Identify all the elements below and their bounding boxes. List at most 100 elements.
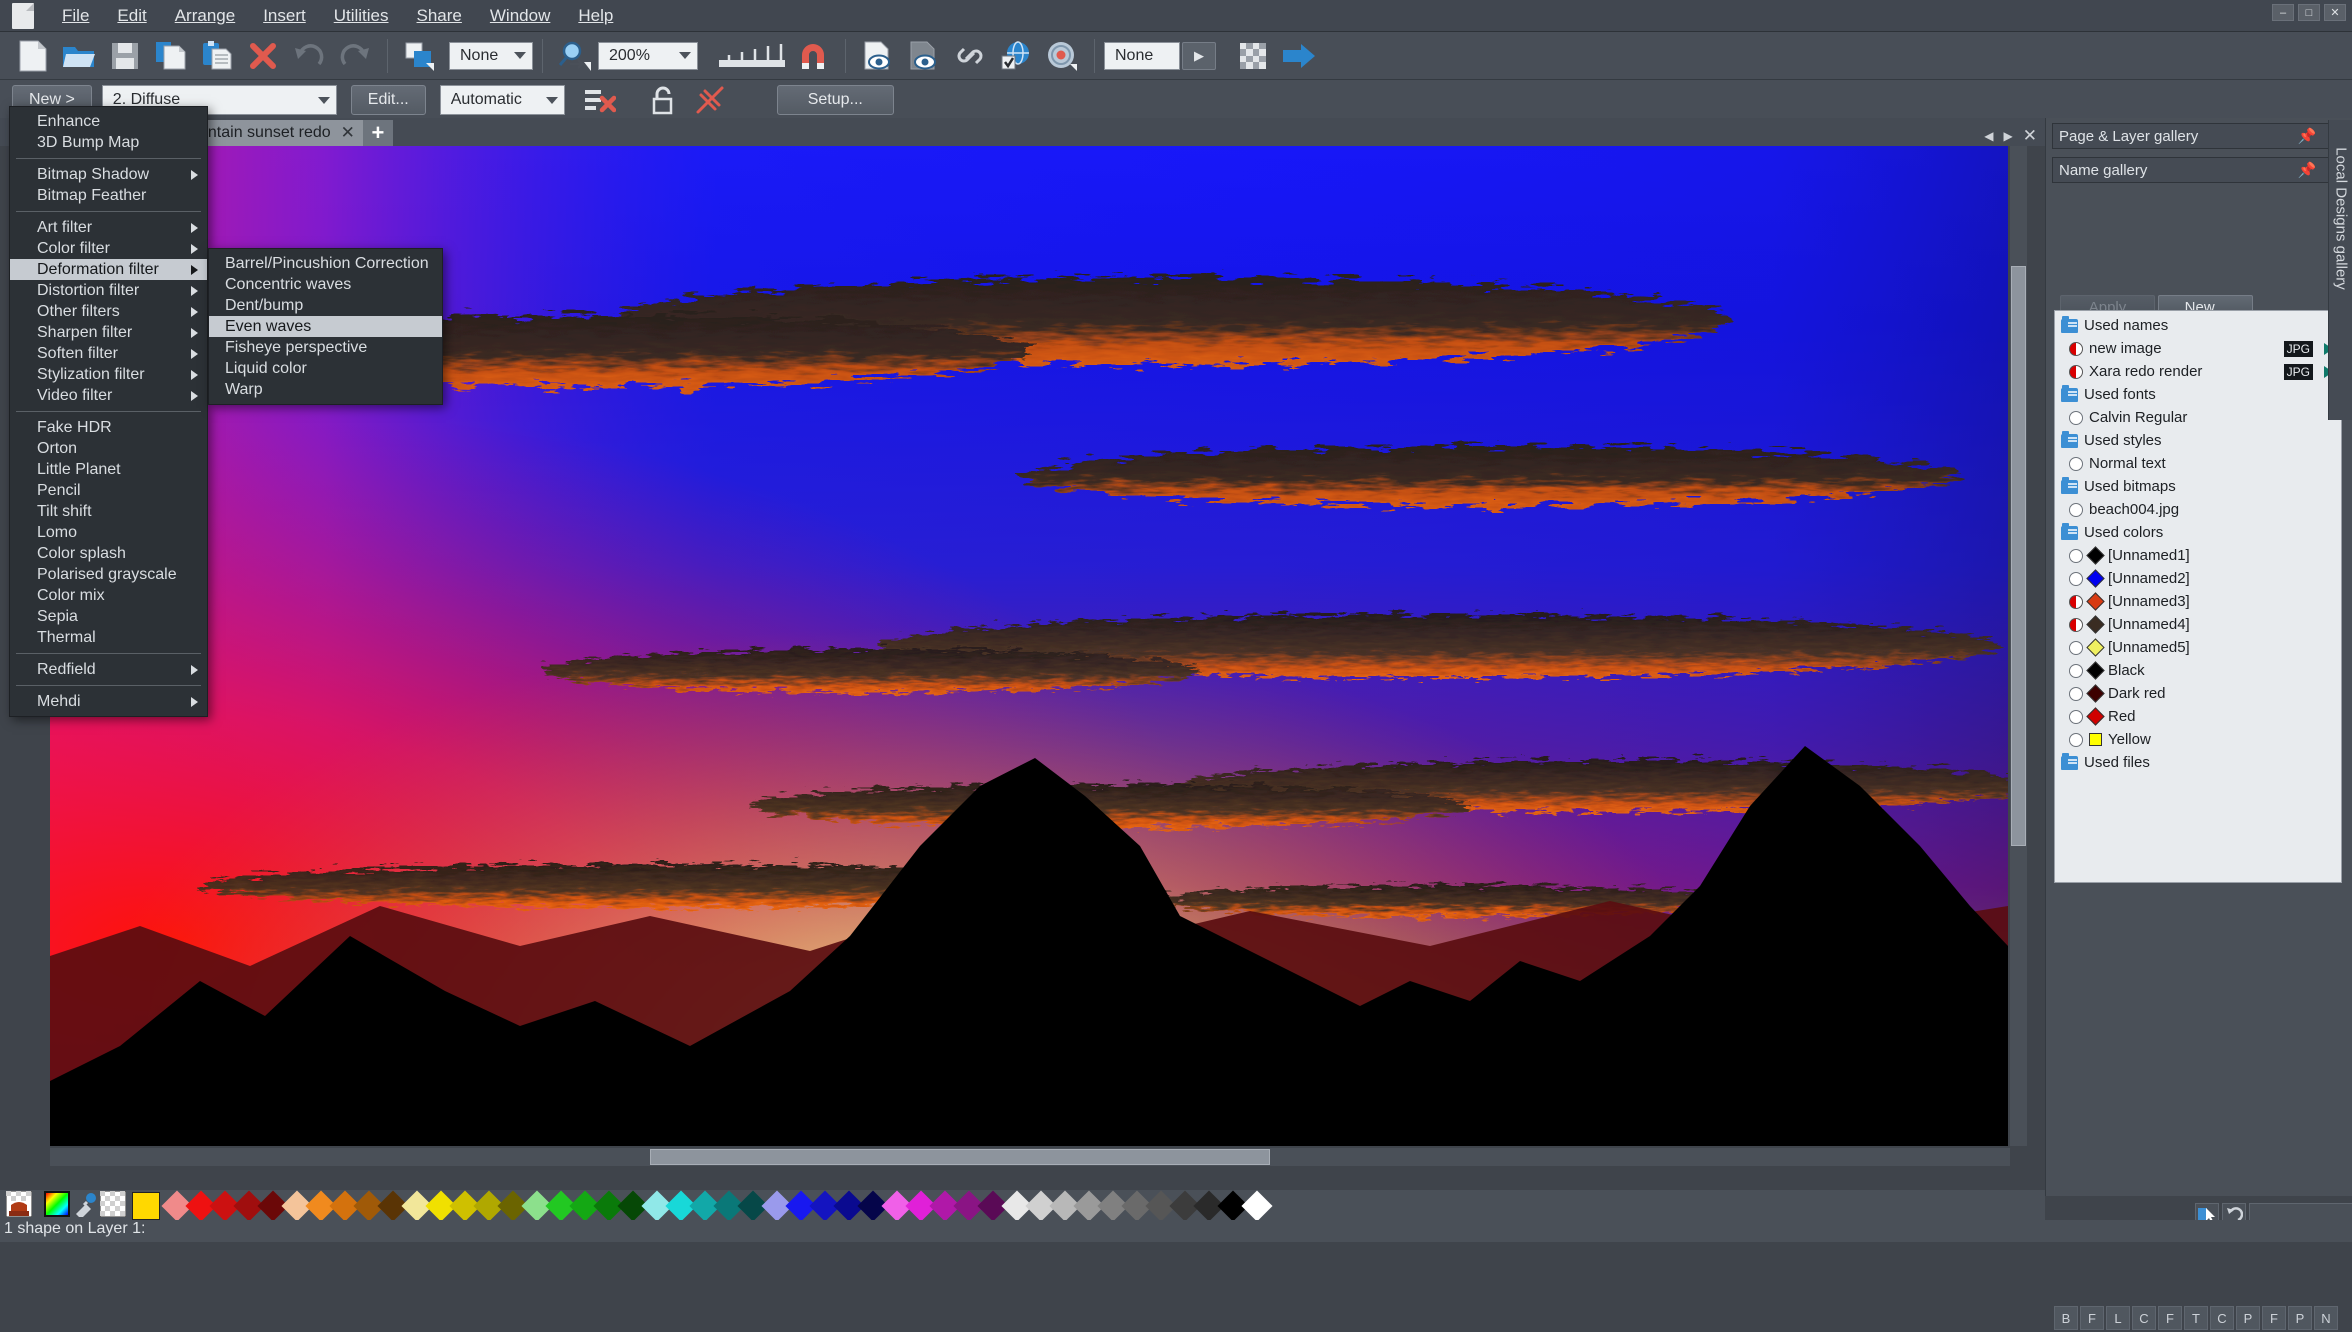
vertical-scroll-thumb[interactable] (2011, 266, 2026, 846)
tab-nav-left-icon[interactable]: ◀ (1984, 129, 1993, 143)
bullet-icon[interactable] (2069, 571, 2083, 586)
preview-all-icon[interactable] (904, 36, 944, 76)
name-gallery-row[interactable]: Red (2055, 705, 2341, 728)
menu-item-orton[interactable]: Orton (10, 438, 207, 459)
no-color-icon[interactable] (5, 1190, 33, 1222)
document-tab[interactable]: untain sunset redo ✕ (185, 120, 363, 146)
menu-item-thermal[interactable]: Thermal (10, 627, 207, 648)
page-layer-gallery-header[interactable]: Page & Layer gallery 📌 ✕ (2052, 123, 2346, 149)
menu-item-enhance[interactable]: Enhance (10, 111, 207, 132)
minimize-button[interactable]: – (2272, 4, 2294, 21)
image-properties-icon[interactable] (1042, 36, 1082, 76)
submenu-item-dent-bump[interactable]: Dent/bump (209, 295, 442, 316)
name-gallery-header[interactable]: Name gallery 📌 ✕ (2052, 157, 2346, 183)
menu-item-video-filter[interactable]: Video filter (10, 385, 207, 406)
menu-insert[interactable]: Insert (249, 1, 320, 31)
name-gallery-row[interactable]: Dark red (2055, 682, 2341, 705)
delete-x-icon[interactable] (243, 36, 283, 76)
name-gallery-row[interactable]: [Unnamed3] (2055, 590, 2341, 613)
color-editor-icon[interactable] (44, 1190, 70, 1222)
save-disk-icon[interactable] (105, 36, 145, 76)
menu-item-lomo[interactable]: Lomo (10, 522, 207, 543)
menu-item-stylization-filter[interactable]: Stylization filter (10, 364, 207, 385)
preview-page-icon[interactable] (858, 36, 898, 76)
bullet-icon[interactable] (2069, 732, 2083, 747)
ruler-icon[interactable] (717, 36, 787, 76)
text-gallery-icon[interactable]: T (2184, 1306, 2208, 1330)
go-arrow-icon[interactable] (1279, 36, 1319, 76)
clipart-gallery-icon[interactable]: C (2210, 1306, 2234, 1330)
bullet-icon[interactable] (2069, 410, 2083, 425)
transparent-icon[interactable] (99, 1190, 127, 1222)
bullet-icon[interactable] (2069, 663, 2083, 678)
name-gallery-row[interactable]: Normal text (2055, 452, 2341, 475)
menu-file[interactable]: File (48, 1, 103, 31)
partial-indicator-icon[interactable] (2069, 364, 2083, 379)
name-gallery-row[interactable]: Black (2055, 659, 2341, 682)
tab-nav-right-icon[interactable]: ▶ (2004, 129, 2013, 143)
menu-item-redfield[interactable]: Redfield (10, 659, 207, 680)
partial-indicator-icon[interactable] (2069, 617, 2083, 632)
document-panel-close-icon[interactable]: ✕ (2023, 126, 2037, 146)
name-gallery-row[interactable]: Used names (2055, 314, 2341, 337)
name-gallery-row[interactable]: beach004.jpg (2055, 498, 2341, 521)
menu-window[interactable]: Window (476, 1, 564, 31)
vertical-scrollbar[interactable] (2010, 146, 2027, 1146)
menu-item-distortion-filter[interactable]: Distortion filter (10, 280, 207, 301)
name-gallery-row[interactable]: Used files (2055, 751, 2341, 774)
menu-help[interactable]: Help (564, 1, 627, 31)
submenu-item-barrel-pincushion-correction[interactable]: Barrel/Pincushion Correction (209, 253, 442, 274)
no-snap-icon[interactable] (690, 80, 730, 120)
menu-item-color-mix[interactable]: Color mix (10, 585, 207, 606)
horizontal-scrollbar[interactable] (50, 1148, 2010, 1166)
setup-button[interactable]: Setup... (776, 85, 894, 115)
pin-icon-2[interactable]: 📌 (2298, 161, 2317, 179)
menu-item-mehdi[interactable]: Mehdi (10, 691, 207, 712)
line-gallery-icon[interactable]: L (2106, 1306, 2130, 1330)
bullet-icon[interactable] (2069, 502, 2083, 517)
duplicate-icon[interactable] (400, 36, 440, 76)
menu-item-color-filter[interactable]: Color filter (10, 238, 207, 259)
name-gallery-row[interactable]: [Unnamed1] (2055, 544, 2341, 567)
name-gallery-tree[interactable]: Used names new image JPG Xara redo render JP… (2054, 310, 2342, 883)
name-gallery-row[interactable]: Used fonts (2055, 383, 2341, 406)
transparency-checker-icon[interactable] (1233, 36, 1273, 76)
submenu-item-concentric-waves[interactable]: Concentric waves (209, 274, 442, 295)
document-tab-close-icon[interactable]: ✕ (341, 123, 355, 143)
name-gallery-row[interactable]: Used colors (2055, 521, 2341, 544)
color-gallery-icon[interactable]: C (2132, 1306, 2156, 1330)
name-gallery-row[interactable]: Calvin Regular (2055, 406, 2341, 429)
bitmap-gallery-icon[interactable]: B (2054, 1306, 2078, 1330)
menu-share[interactable]: Share (403, 1, 476, 31)
menu-item-fake-hdr[interactable]: Fake HDR (10, 417, 207, 438)
deformation-filter-submenu[interactable]: Barrel/Pincushion Correction Concentric w… (208, 248, 443, 405)
menu-item-sharpen-filter[interactable]: Sharpen filter (10, 322, 207, 343)
name-gallery-icon[interactable]: N (2314, 1306, 2338, 1330)
name-gallery-row[interactable]: [Unnamed4] (2055, 613, 2341, 636)
new-document-icon[interactable] (13, 36, 53, 76)
menu-item-other-filters[interactable]: Other filters (10, 301, 207, 322)
photo-gallery-icon[interactable]: P (2236, 1306, 2260, 1330)
style-select[interactable]: None (449, 41, 533, 70)
fill-gallery-icon[interactable]: F (2080, 1306, 2104, 1330)
redo-icon[interactable] (335, 36, 375, 76)
partial-indicator-icon[interactable] (2069, 594, 2083, 609)
menu-item-little-planet[interactable]: Little Planet (10, 459, 207, 480)
bullet-icon[interactable] (2069, 548, 2083, 563)
menu-item-bitmap-feather[interactable]: Bitmap Feather (10, 185, 207, 206)
remove-list-icon[interactable] (580, 80, 620, 120)
menu-item-soften-filter[interactable]: Soften filter (10, 343, 207, 364)
layer-expand-button[interactable]: ▶ (1182, 41, 1216, 70)
menu-item-3d-bump-map[interactable]: 3D Bump Map (10, 132, 207, 153)
partial-indicator-icon[interactable] (2069, 341, 2083, 356)
submenu-item-warp[interactable]: Warp (209, 379, 442, 400)
local-designs-gallery-tab[interactable]: Local Designs gallery (2328, 120, 2352, 420)
bullet-icon[interactable] (2069, 640, 2083, 655)
frame-gallery-icon[interactable]: F (2262, 1306, 2286, 1330)
add-tab-button[interactable]: + (362, 120, 393, 146)
bullet-icon[interactable] (2069, 686, 2083, 701)
name-gallery-row[interactable]: Xara redo render JPG (2055, 360, 2341, 383)
menu-item-polarised-grayscale[interactable]: Polarised grayscale (10, 564, 207, 585)
horizontal-scroll-thumb[interactable] (650, 1149, 1270, 1165)
submenu-item-fisheye-perspective[interactable]: Fisheye perspective (209, 337, 442, 358)
